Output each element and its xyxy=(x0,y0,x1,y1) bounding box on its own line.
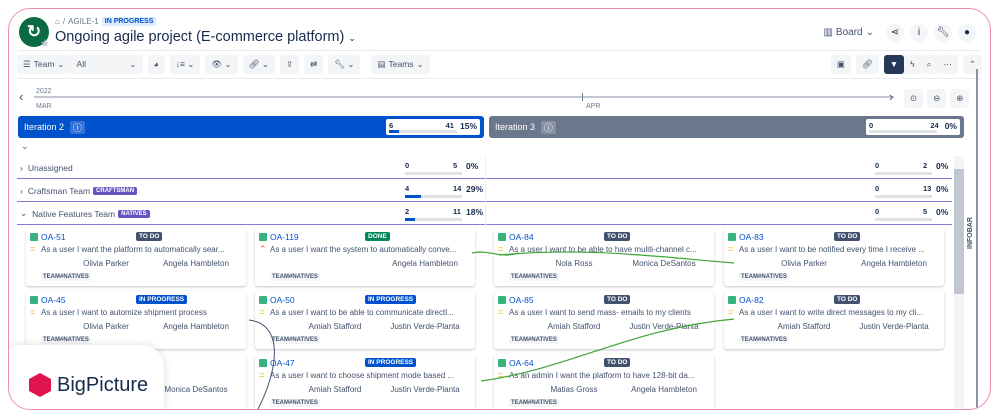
brand-name: BigPicture xyxy=(57,373,149,396)
dependency-line[interactable] xyxy=(248,319,275,410)
bigpicture-hex-icon xyxy=(29,373,51,397)
infobar-divider xyxy=(976,69,978,409)
infobar-toggle[interactable]: INFOBAR xyxy=(967,217,974,249)
dependency-arrow[interactable] xyxy=(480,318,735,382)
bigpicture-logo: BigPicture xyxy=(9,345,164,409)
dependency-arrow[interactable] xyxy=(498,251,735,264)
scrollbar-thumb[interactable] xyxy=(954,169,964,294)
app-frame: ↻ ★ ⌂ / AGILE-1 IN PROGRESS Ongoing agile … xyxy=(8,8,991,410)
